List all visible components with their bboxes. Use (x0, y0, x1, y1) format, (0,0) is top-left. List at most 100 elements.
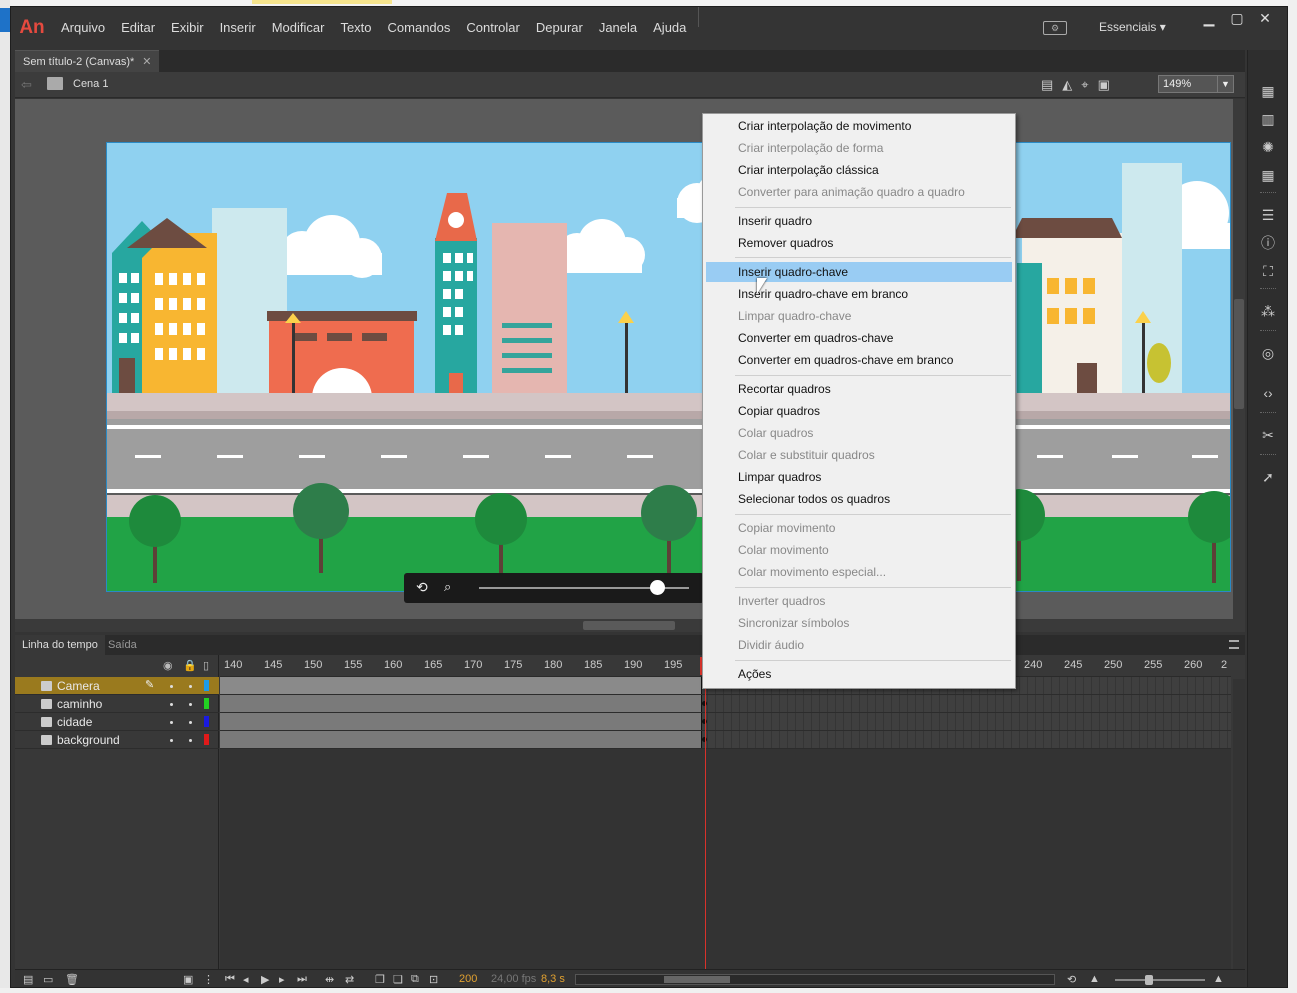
panel-grip[interactable] (1260, 454, 1276, 456)
menu-item-convert-frame-by-frame[interactable]: Converter para animação quadro a quadro (706, 182, 1012, 202)
outline-icon[interactable]: ▯ (203, 659, 209, 672)
slider-knob[interactable] (1145, 975, 1153, 985)
menu-item-create-shape-tween[interactable]: Criar interpolação de forma (706, 138, 1012, 158)
minimize-icon[interactable]: ▁ (1195, 9, 1223, 27)
menu-item-select-all-frames[interactable]: Selecionar todos os quadros (706, 489, 1012, 509)
current-frame[interactable]: 200 (459, 973, 477, 985)
tab-timeline[interactable]: Linha do tempo (15, 635, 105, 655)
panel-grip[interactable] (1260, 192, 1276, 194)
menu-item-sync-symbols[interactable]: Sincronizar símbolos (706, 613, 1012, 633)
maximize-icon[interactable]: ▢ (1223, 9, 1251, 27)
menu-item-paste-frames[interactable]: Colar quadros (706, 423, 1012, 443)
menu-item-create-classic-tween[interactable]: Criar interpolação clássica (706, 160, 1012, 180)
lock-dot[interactable] (189, 703, 192, 706)
visibility-dot[interactable] (170, 721, 173, 724)
playhead[interactable] (700, 657, 710, 969)
first-frame-icon[interactable]: ⏮ (225, 973, 235, 986)
menu-texto[interactable]: Texto (332, 7, 379, 49)
eye-icon[interactable]: ◉ (163, 659, 173, 672)
loop-icon[interactable]: ⇄ (345, 973, 354, 986)
menu-item-cut-frames[interactable]: Recortar quadros (706, 379, 1012, 399)
color-icon[interactable]: ✺ (1259, 138, 1277, 156)
lock-dot[interactable] (189, 721, 192, 724)
scroll-thumb[interactable] (664, 976, 730, 983)
edit-symbols-icon[interactable]: ◭ (1062, 77, 1072, 93)
layer-row[interactable]: Camera ✎ (15, 677, 219, 695)
lock-dot[interactable] (189, 685, 192, 688)
new-folder-icon[interactable]: ▭ (43, 973, 53, 986)
menu-comandos[interactable]: Comandos (380, 7, 459, 49)
menu-item-clear-frames[interactable]: Limpar quadros (706, 467, 1012, 487)
back-arrow-icon[interactable]: ⇦ (21, 77, 32, 93)
menu-item-clear-keyframe[interactable]: Limpar quadro-chave (706, 306, 1012, 326)
zoom-select[interactable]: 149% ▼ (1158, 75, 1234, 93)
layer-row[interactable]: caminho (15, 695, 219, 713)
menu-item-convert-to-keyframes[interactable]: Converter em quadros-chave (706, 328, 1012, 348)
scroll-thumb[interactable] (1234, 299, 1244, 409)
center-frame-icon[interactable]: ⇹ (325, 973, 334, 986)
visibility-dot[interactable] (170, 739, 173, 742)
lock-dot[interactable] (189, 739, 192, 742)
menu-item-convert-to-blank-keyframes[interactable]: Converter em quadros-chave em branco (706, 350, 1012, 370)
timeline-horizontal-scrollbar[interactable] (575, 974, 1055, 985)
menu-item-reverse-frames[interactable]: Inverter quadros (706, 591, 1012, 611)
stage-canvas[interactable] (106, 142, 1231, 592)
panel-menu-icon[interactable] (1229, 640, 1239, 649)
menu-editar[interactable]: Editar (113, 7, 163, 49)
cc-libraries-icon[interactable]: ◎ (1259, 344, 1277, 362)
visibility-dot[interactable] (170, 703, 173, 706)
center-stage-icon[interactable]: ⌖ (1081, 77, 1088, 93)
camera-toggle-icon[interactable]: ▣ (183, 973, 193, 986)
layer-color-swatch[interactable] (204, 734, 209, 745)
menu-controlar[interactable]: Controlar (458, 7, 527, 49)
menu-item-insert-keyframe[interactable]: Inserir quadro-chave (706, 262, 1012, 282)
menu-item-insert-blank-keyframe[interactable]: Inserir quadro-chave em branco (706, 284, 1012, 304)
layer-color-swatch[interactable] (204, 698, 209, 709)
components-icon[interactable]: ⁂ (1259, 302, 1277, 320)
step-back-icon[interactable]: ◂ (243, 973, 249, 986)
info-icon[interactable]: ⓘ (1259, 234, 1277, 252)
close-tab-icon[interactable]: ✕ (142, 56, 151, 68)
frame-rate[interactable]: 24,00 fps (491, 973, 536, 985)
menu-item-split-audio[interactable]: Dividir áudio (706, 635, 1012, 655)
layer-row[interactable]: cidade (15, 713, 219, 731)
layer-parenting-icon[interactable]: ⋮ (203, 973, 214, 986)
onion-markers-icon[interactable]: ⊡ (429, 973, 438, 986)
panel-grip[interactable] (1260, 330, 1276, 332)
frame-span[interactable] (220, 731, 702, 748)
last-frame-icon[interactable]: ⏭ (297, 973, 307, 986)
play-icon[interactable]: ▶ (261, 973, 269, 986)
transform-icon[interactable]: ⛶ (1259, 262, 1277, 280)
clip-stage-icon[interactable]: ▣ (1098, 77, 1110, 93)
menu-depurar[interactable]: Depurar (528, 7, 591, 49)
menu-item-insert-frame[interactable]: Inserir quadro (706, 211, 1012, 231)
new-layer-icon[interactable]: ▤ (23, 973, 33, 986)
workspace-switcher[interactable]: Essenciais ▾ (1099, 20, 1166, 34)
camera-slider-knob[interactable] (650, 580, 665, 595)
close-icon[interactable]: ✕ (1251, 9, 1279, 27)
menu-item-actions[interactable]: Ações (706, 664, 1012, 684)
menu-item-paste-motion[interactable]: Colar movimento (706, 540, 1012, 560)
frame-row[interactable] (220, 713, 1231, 731)
camera-zoom-icon[interactable]: ⌕ (444, 579, 451, 595)
motion-editor-icon[interactable]: ✂ (1259, 426, 1277, 444)
onion-skin-icon[interactable]: ❐ (375, 973, 385, 986)
menu-item-remove-frames[interactable]: Remover quadros (706, 233, 1012, 253)
onion-outline-icon[interactable]: ❏ (393, 973, 403, 986)
align-icon[interactable]: ☰ (1259, 206, 1277, 224)
panel-grip[interactable] (1260, 412, 1276, 414)
menu-exibir[interactable]: Exibir (163, 7, 212, 49)
stage-vertical-scrollbar[interactable] (1233, 99, 1245, 619)
menu-ajuda[interactable]: Ajuda (645, 7, 694, 49)
panel-grip[interactable] (1260, 288, 1276, 290)
library-icon[interactable]: ▥ (1259, 110, 1277, 128)
document-tab[interactable]: Sem título-2 (Canvas)* ✕ (15, 50, 160, 72)
menu-item-copy-frames[interactable]: Copiar quadros (706, 401, 1012, 421)
layer-color-swatch[interactable] (204, 680, 209, 691)
frame-row[interactable] (220, 731, 1231, 749)
zoom-out-icon[interactable]: ▲ (1089, 973, 1100, 985)
tab-output[interactable]: Saída (101, 635, 144, 655)
layer-row[interactable]: background (15, 731, 219, 749)
swatches-icon[interactable]: ▦ (1259, 166, 1277, 184)
frame-span[interactable] (220, 677, 702, 694)
